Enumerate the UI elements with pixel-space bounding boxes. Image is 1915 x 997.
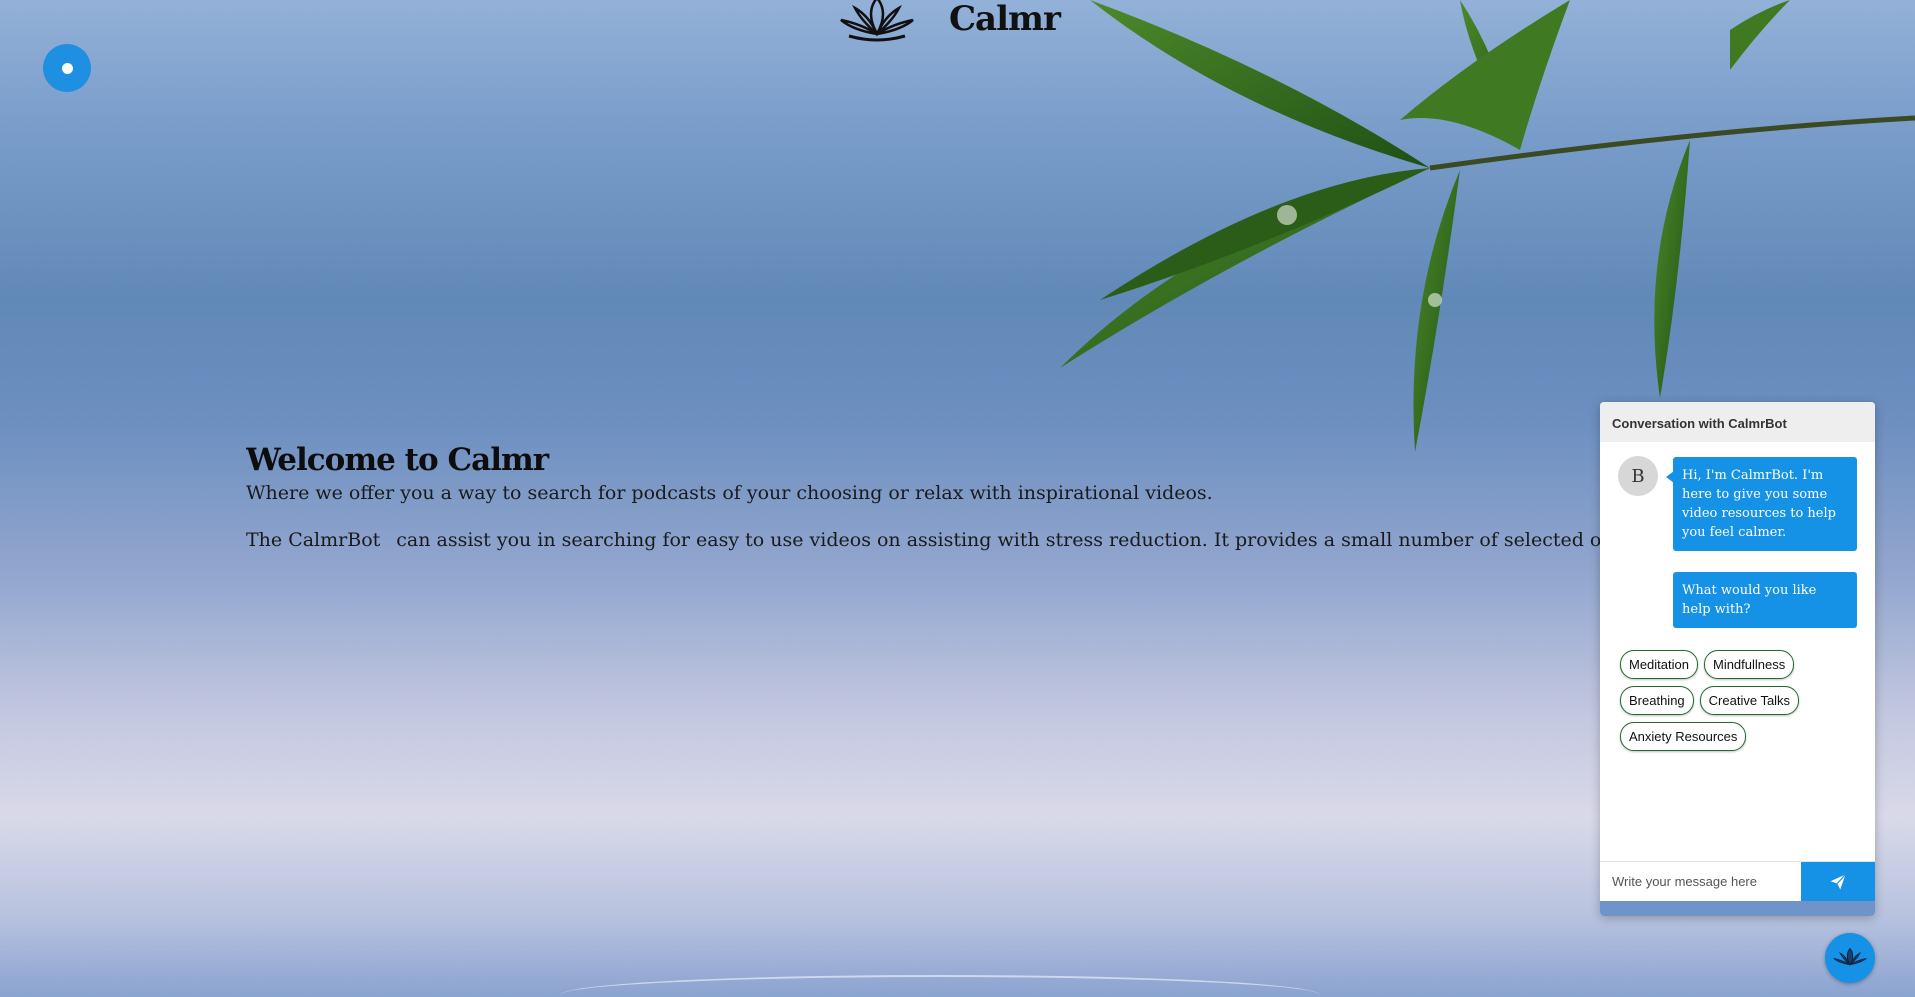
tagline: Where we offer you a way to search for p…	[246, 482, 1213, 504]
quick-reply-options: Meditation Mindfullness Breathing Creati…	[1620, 650, 1860, 751]
send-button[interactable]	[1801, 862, 1875, 902]
option-mindfullness-button[interactable]: Mindfullness	[1703, 650, 1795, 679]
chat-title: Conversation with CalmrBot	[1600, 402, 1875, 442]
bot-avatar: B	[1618, 456, 1658, 496]
chat-footer	[1600, 901, 1875, 916]
menu-button[interactable]	[43, 44, 91, 92]
brand-name[interactable]: Calmr	[949, 0, 1061, 39]
bot-description: The CalmrBot can assist you in searching…	[246, 528, 1606, 552]
water-ripple	[560, 975, 1320, 997]
bot-text-before: The CalmrBot	[246, 529, 381, 551]
chat-window: Conversation with CalmrBot B Hi, I'm Cal…	[1600, 402, 1875, 916]
welcome-heading: Welcome to Calmr	[246, 442, 549, 478]
bot-message: What would you like help with?	[1673, 572, 1857, 628]
option-creative-talks-button[interactable]: Creative Talks	[1699, 686, 1800, 715]
intro-section: Welcome to Calmr Where we offer you a wa…	[246, 442, 1606, 552]
chat-messages: B Hi, I'm CalmrBot. I'm here to give you…	[1600, 442, 1875, 882]
chat-launcher-button[interactable]	[1825, 933, 1875, 983]
option-breathing-button[interactable]: Breathing	[1620, 686, 1694, 715]
bot-text-after: can assist you in searching for easy to …	[396, 529, 1606, 551]
bot-message: Hi, I'm CalmrBot. I'm here to give you s…	[1666, 457, 1857, 551]
lotus-icon	[1833, 947, 1867, 966]
option-meditation-button[interactable]: Meditation	[1620, 650, 1698, 679]
option-anxiety-resources-button[interactable]: Anxiety Resources	[1620, 722, 1747, 751]
message-input[interactable]	[1600, 862, 1801, 901]
paper-plane-icon	[1830, 874, 1846, 890]
dot-icon	[61, 62, 73, 74]
lotus-icon	[840, 0, 914, 42]
chat-input-bar	[1600, 861, 1875, 902]
site-header: Calmr	[835, 0, 1061, 44]
